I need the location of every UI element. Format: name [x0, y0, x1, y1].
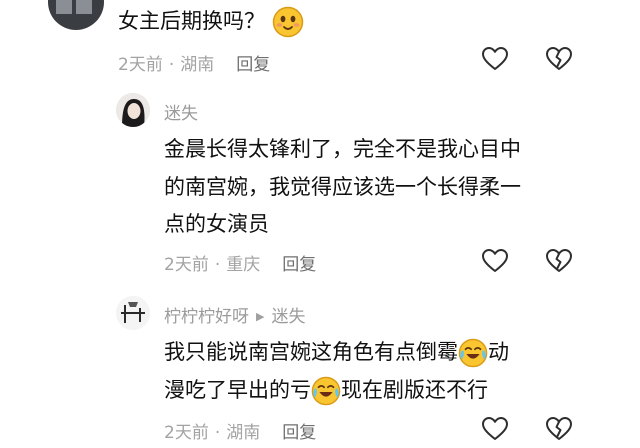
- comment-text-segment: 我只能说南宫婉这角色有点倒霉: [164, 340, 458, 364]
- meta-separator: ·: [214, 255, 221, 275]
- dislike-button[interactable]: [544, 44, 574, 74]
- comment-text-line: 金晨长得太锋利了，完全不是我心目中: [164, 137, 521, 161]
- comment-location: 湖南: [226, 423, 261, 443]
- comment-text-line: 我只能说南宫婉这角色有点倒霉 动: [164, 333, 509, 371]
- comment-text-segment: 动: [488, 340, 509, 364]
- comment-text-content: 女主后期换吗？: [118, 9, 265, 33]
- dislike-broken-heart-icon: [546, 47, 572, 70]
- dislike-button[interactable]: [544, 414, 574, 444]
- comment-time: 2天前: [164, 423, 209, 443]
- comment-author[interactable]: 柠柠柠好呀: [164, 307, 249, 327]
- dislike-broken-heart-icon: [546, 249, 572, 272]
- avatar-portrait: [116, 93, 150, 127]
- comment-location: 重庆: [226, 255, 261, 275]
- comment-text: 女主后期换吗？: [118, 2, 304, 40]
- reply-arrow-icon: ▶: [256, 310, 265, 323]
- dislike-broken-heart-icon: [546, 417, 572, 440]
- comment-text-line: 的南宫婉，我觉得应该选一个长得柔一: [164, 175, 521, 199]
- comment-text-segment: 现在剧版还不行: [341, 378, 488, 402]
- comment-author-line: 柠柠柠好呀 ▶ 迷失: [164, 302, 305, 327]
- cry-laugh-emoji-icon: [458, 338, 488, 368]
- comment-meta: 2天前 · 重庆 回复: [164, 250, 316, 275]
- like-button[interactable]: [480, 44, 510, 74]
- reply-button[interactable]: 回复: [236, 55, 270, 75]
- like-heart-icon: [482, 417, 508, 440]
- avatar-sketch: [116, 296, 150, 330]
- cry-laugh-emoji-icon: [311, 376, 341, 406]
- like-button[interactable]: [480, 414, 510, 444]
- like-heart-icon: [482, 249, 508, 272]
- reply-to-author[interactable]: 迷失: [271, 307, 305, 327]
- comment-meta: 2天前 · 湖南 回复: [164, 418, 316, 443]
- meta-separator: ·: [168, 55, 175, 75]
- like-heart-icon: [482, 47, 508, 70]
- reply-button[interactable]: 回复: [282, 255, 316, 275]
- comment-time: 2天前: [118, 55, 163, 75]
- avatar[interactable]: [116, 93, 150, 127]
- dislike-button[interactable]: [544, 246, 574, 276]
- smile-emoji-icon: [272, 6, 303, 38]
- comment-time: 2天前: [164, 255, 209, 275]
- avatar[interactable]: [116, 296, 150, 330]
- avatar[interactable]: [48, 0, 104, 30]
- comment-location: 湖南: [180, 55, 215, 75]
- comment-text-segment: 漫吃了早出的亏: [164, 378, 311, 402]
- comment-text-line: 漫吃了早出的亏 现在剧版还不行: [164, 371, 488, 409]
- comment-text-line: 点的女演员: [164, 212, 269, 236]
- meta-separator: ·: [214, 423, 221, 443]
- reply-button[interactable]: 回复: [282, 423, 316, 443]
- comment-meta: 2天前 · 湖南 回复: [118, 50, 270, 75]
- like-button[interactable]: [480, 246, 510, 276]
- comment-author[interactable]: 迷失: [164, 99, 198, 124]
